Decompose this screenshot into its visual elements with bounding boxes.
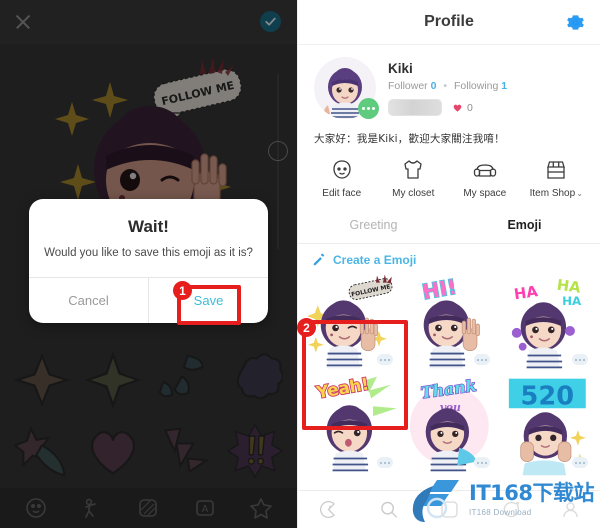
svg-text:HA: HA — [562, 294, 582, 308]
shop-outline-icon — [543, 158, 569, 182]
emoji-editor-panel: FOLLOW ME A Wait! Would you like to save… — [0, 0, 297, 528]
save-confirm-dialog: Wait! Would you like to save this emoji … — [29, 199, 268, 323]
profile-header: Profile — [298, 0, 600, 45]
watermark-logo-icon — [412, 480, 460, 522]
following-label: Following — [453, 80, 499, 92]
follower-label: Follower — [388, 80, 428, 92]
my-closet-label: My closet — [392, 188, 435, 199]
emoji-options-dots[interactable] — [571, 354, 588, 365]
pencil-icon — [312, 253, 326, 267]
emoji-options-dots[interactable] — [376, 354, 393, 365]
app-screenshot: FOLLOW ME A Wait! Would you like to save… — [0, 0, 600, 528]
emoji-tile-hi[interactable]: HI! — [401, 273, 497, 373]
site-watermark: IT168下载站 IT168 Download — [407, 478, 594, 522]
like-count: 0 — [467, 101, 473, 114]
my-closet-button[interactable]: My closet — [379, 158, 447, 199]
edit-face-button[interactable]: Edit face — [308, 158, 376, 199]
tab-emoji[interactable]: Emoji — [449, 209, 600, 243]
profile-meta: Kiki Follower 0 • Following 1 0 — [388, 57, 584, 119]
sofa-outline-icon — [472, 158, 498, 182]
shirt-outline-icon — [400, 158, 426, 182]
profile-bio: 大家好：我是Kiki，歡迎大家關注我唷！ — [314, 133, 505, 145]
item-shop-text: Item Shop — [529, 188, 576, 199]
emoji-grid: FOLLOW ME HI! HA HA HA Yeah! Thank you 5… — [298, 273, 600, 476]
emoji-tile-520[interactable]: 520 — [499, 376, 594, 476]
blurred-id-chip[interactable] — [388, 99, 442, 116]
count-separator: • — [443, 80, 448, 92]
profile-action-row: Edit face My closet My space Item Shop⌄ — [298, 146, 600, 209]
page-title: Profile — [424, 13, 474, 30]
emoji-options-dots[interactable] — [474, 457, 491, 468]
emoji-tile-yeah[interactable]: Yeah! — [304, 376, 399, 476]
annotation-badge-2: 2 — [297, 318, 316, 337]
create-emoji-label: Create a Emoji — [333, 253, 417, 267]
online-badge — [358, 98, 379, 119]
profile-tabs: Greeting Emoji — [298, 209, 600, 244]
avatar-nav-icon[interactable] — [298, 499, 359, 520]
my-space-button[interactable]: My space — [451, 158, 519, 199]
profile-chips: 0 — [388, 99, 584, 116]
face-outline-icon — [329, 158, 355, 182]
save-button[interactable]: Save — [149, 278, 268, 323]
dialog-actions: Cancel Save — [29, 276, 268, 323]
dialog-message: Would you like to save this emoji as it … — [44, 247, 253, 259]
like-stat: 0 — [452, 102, 473, 114]
emoji-options-dots[interactable] — [474, 354, 491, 365]
emoji-options-dots[interactable] — [571, 457, 588, 468]
profile-name: Kiki — [388, 61, 413, 76]
avatar[interactable] — [314, 57, 379, 119]
svg-text:HA: HA — [513, 283, 539, 303]
heart-icon — [453, 104, 462, 112]
first-emoji-tile[interactable]: FOLLOW ME — [304, 273, 399, 373]
cancel-button[interactable]: Cancel — [29, 277, 149, 323]
chevron-down-icon[interactable]: ⌄ — [576, 189, 583, 198]
svg-text:520: 520 — [521, 381, 574, 411]
profile-identity-row: Kiki Follower 0 • Following 1 0 — [298, 45, 600, 119]
follower-count[interactable]: 0 — [431, 80, 437, 92]
create-emoji-button[interactable]: Create a Emoji — [298, 244, 600, 273]
following-count[interactable]: 1 — [501, 80, 507, 92]
emoji-tile-thank-you[interactable]: Thank you — [401, 376, 497, 476]
follow-counts: Follower 0 • Following 1 — [388, 80, 584, 92]
watermark-subtitle: IT168 Download — [469, 508, 532, 517]
annotation-badge-1: 1 — [173, 281, 192, 300]
svg-text:HI!: HI! — [420, 275, 458, 305]
emoji-tile-haha[interactable]: HA HA HA — [499, 273, 594, 373]
watermark-title: IT168下载站 — [469, 481, 594, 505]
gear-icon[interactable] — [566, 13, 585, 32]
item-shop-button[interactable]: Item Shop⌄ — [522, 158, 590, 199]
svg-text:Yeah!: Yeah! — [314, 376, 370, 403]
edit-face-label: Edit face — [322, 188, 362, 199]
item-shop-label: Item Shop⌄ — [530, 188, 583, 199]
my-space-label: My space — [463, 188, 507, 199]
tab-greeting[interactable]: Greeting — [298, 209, 449, 243]
dialog-title: Wait! — [128, 217, 169, 236]
profile-panel: Profile Kiki Follower 0 • Following 1 0 … — [297, 0, 600, 528]
emoji-options-dots[interactable] — [376, 457, 393, 468]
